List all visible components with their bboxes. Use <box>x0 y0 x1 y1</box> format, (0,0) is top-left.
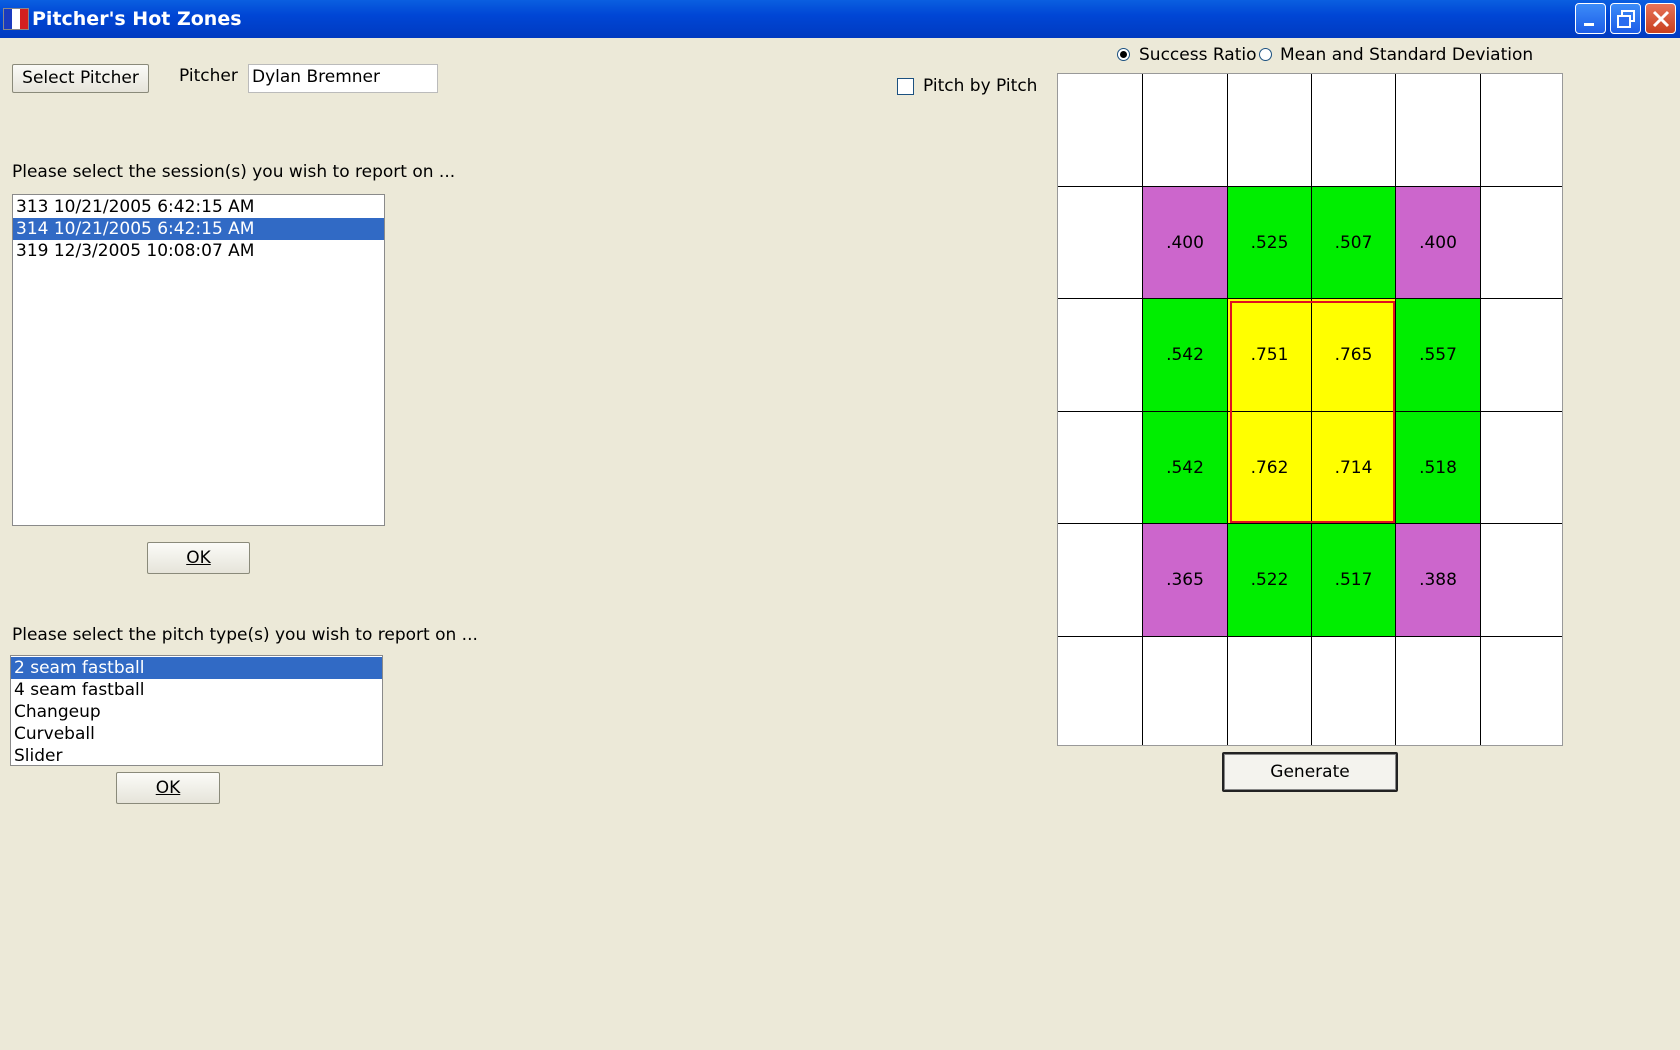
zone-cell <box>1396 74 1481 187</box>
zone-cell: .542 <box>1143 299 1228 412</box>
pitcher-name-field[interactable]: Dylan Bremner <box>248 64 438 93</box>
zone-cell: .507 <box>1312 187 1396 299</box>
zone-cell <box>1058 299 1143 412</box>
zone-cell: .557 <box>1396 299 1481 412</box>
restore-button[interactable] <box>1610 3 1641 34</box>
title-bar: Pitcher's Hot Zones <box>0 0 1680 38</box>
sessions-ok-label: OK <box>186 548 211 568</box>
zone-cell: .762 <box>1228 412 1312 524</box>
generate-button[interactable]: Generate <box>1222 752 1398 792</box>
minimize-button[interactable] <box>1575 3 1606 34</box>
zone-cell <box>1143 637 1228 745</box>
pitch-type-item[interactable]: Curveball <box>11 723 382 745</box>
zone-cell: .388 <box>1396 524 1481 637</box>
restore-icon <box>1617 10 1635 28</box>
pitch-by-pitch-label: Pitch by Pitch <box>923 76 1038 96</box>
mean-std-label: Mean and Standard Deviation <box>1280 45 1534 65</box>
zone-cell <box>1481 637 1562 745</box>
pitch-types-ok-label: OK <box>155 778 181 798</box>
zone-cell <box>1058 524 1143 637</box>
pitch-type-item[interactable]: Changeup <box>11 701 382 723</box>
pitch-type-item[interactable]: 2 seam fastball <box>11 657 382 679</box>
select-pitcher-button[interactable]: Select Pitcher <box>12 64 149 93</box>
zone-cell <box>1481 74 1562 187</box>
zone-cell: .522 <box>1228 524 1312 637</box>
zone-cell: .765 <box>1312 299 1396 412</box>
pitch-type-item[interactable]: 4 seam fastball <box>11 679 382 701</box>
pitch-type-prompt: Please select the pitch type(s) you wish… <box>12 625 478 645</box>
zone-cell <box>1058 187 1143 299</box>
session-item[interactable]: 313 10/21/2005 6:42:15 AM <box>13 196 384 218</box>
success-ratio-label: Success Ratio <box>1139 45 1257 65</box>
close-icon <box>1652 10 1670 28</box>
zone-cell: .751 <box>1228 299 1312 412</box>
zone-cell: .525 <box>1228 187 1312 299</box>
zone-cell: .714 <box>1312 412 1396 524</box>
zone-cell: .400 <box>1396 187 1481 299</box>
session-item[interactable]: 314 10/21/2005 6:42:15 AM <box>13 218 384 240</box>
zone-cell <box>1058 74 1143 187</box>
zone-cell <box>1481 524 1562 637</box>
app-icon <box>3 8 29 30</box>
pitch-by-pitch-checkbox[interactable] <box>897 78 914 95</box>
hot-zone-grid: .400.525.507.400.542.751.765.557.542.762… <box>1057 73 1563 746</box>
zone-cell: .365 <box>1143 524 1228 637</box>
pitch-type-item[interactable]: Slider <box>11 745 382 767</box>
session-item[interactable]: 319 12/3/2005 10:08:07 AM <box>13 240 384 262</box>
zone-cell <box>1058 637 1143 745</box>
zone-cell: .542 <box>1143 412 1228 524</box>
pitch-type-listbox[interactable]: 2 seam fastball 4 seam fastball Changeup Cu… <box>10 655 383 766</box>
mean-std-radio[interactable] <box>1259 48 1272 61</box>
zone-cell <box>1058 412 1143 524</box>
window-title: Pitcher's Hot Zones <box>32 8 242 30</box>
minimize-icon <box>1584 23 1594 26</box>
session-listbox[interactable]: 313 10/21/2005 6:42:15 AM 314 10/21/2005 … <box>12 194 385 526</box>
zone-cell <box>1396 637 1481 745</box>
close-button[interactable] <box>1645 3 1676 34</box>
zone-cell: .400 <box>1143 187 1228 299</box>
zone-cell <box>1312 637 1396 745</box>
zone-cell <box>1143 74 1228 187</box>
zone-cell <box>1228 74 1312 187</box>
success-ratio-radio[interactable] <box>1117 48 1130 61</box>
sessions-ok-button[interactable]: OK <box>147 542 250 574</box>
session-prompt: Please select the session(s) you wish to… <box>12 162 456 182</box>
zone-cell <box>1481 412 1562 524</box>
zone-cell <box>1228 637 1312 745</box>
pitch-types-ok-button[interactable]: OK <box>116 772 220 804</box>
zone-cell <box>1481 187 1562 299</box>
pitcher-label: Pitcher <box>179 66 238 86</box>
zone-cell <box>1481 299 1562 412</box>
zone-cell <box>1312 74 1396 187</box>
zone-cell: .517 <box>1312 524 1396 637</box>
zone-cell: .518 <box>1396 412 1481 524</box>
